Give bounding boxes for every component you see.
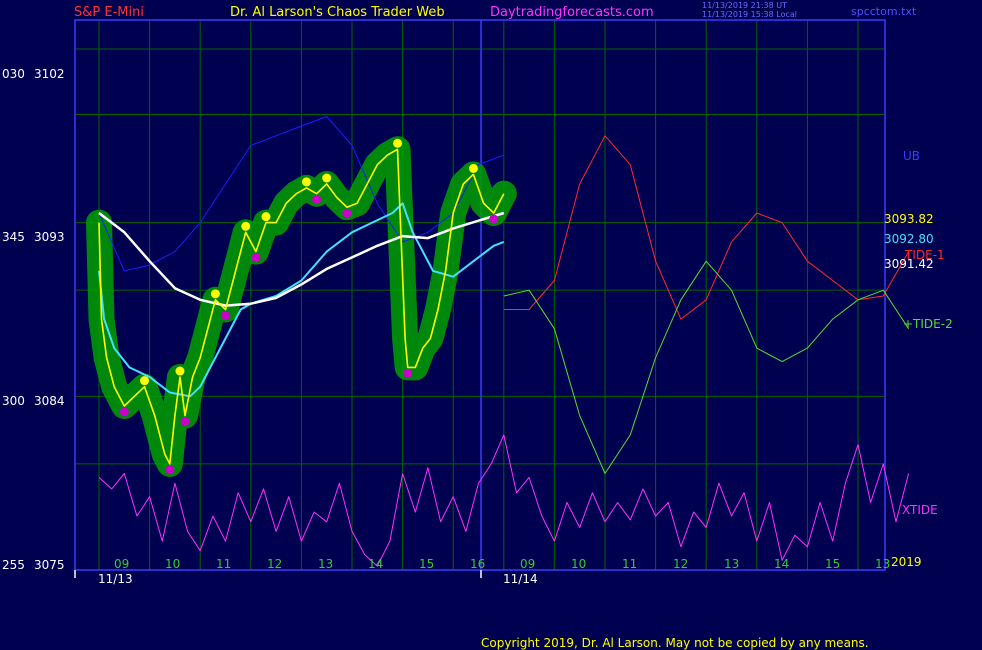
y-tick-sec: 255: [2, 558, 25, 572]
data-file-label: spcctom.txt: [851, 5, 917, 18]
symbol-label: S&P E-Mini: [74, 5, 144, 20]
x-hour-label: 12: [673, 557, 689, 571]
x-hour-label: 15: [419, 557, 435, 571]
swing-high-dot: [393, 138, 403, 148]
swing-low-dot: [119, 407, 129, 417]
x-hour-label: 10: [165, 557, 181, 571]
x-hour-label: 10: [571, 557, 587, 571]
swing-high-dot: [210, 289, 220, 299]
copyright-notice: Copyright 2019, Dr. Al Larson. May not b…: [481, 636, 869, 650]
x-date-label: 11/13: [98, 572, 133, 586]
swing-high-dot: [175, 366, 185, 376]
swing-high-dot: [301, 177, 311, 187]
y-tick-price: 3075: [34, 558, 65, 572]
y-tick-sec: 030: [2, 67, 25, 81]
x-date-label: 11/14: [503, 572, 538, 586]
year-label: 2019: [891, 555, 922, 569]
x-hour-label: 14: [774, 557, 790, 571]
chart-title: Dr. Al Larson's Chaos Trader Web: [230, 5, 445, 20]
swing-high-dot: [261, 212, 271, 222]
x-hour-label: 09: [114, 557, 130, 571]
fast-ma-readout: 3092.80: [884, 232, 934, 246]
slow-ma-readout: 3091.42: [884, 257, 934, 271]
swing-high-dot: [140, 376, 150, 386]
swing-low-dot: [489, 214, 499, 224]
x-hour-label: 15: [825, 557, 841, 571]
x-hour-label: 16: [470, 557, 486, 571]
x-hour-label: 13: [318, 557, 334, 571]
y-tick-price: 3093: [34, 230, 65, 244]
swing-low-dot: [403, 368, 413, 378]
y-tick-price: 3084: [34, 394, 65, 408]
swing-high-dot: [322, 173, 332, 183]
price-readout: 3093.82: [884, 212, 934, 226]
swing-low-dot: [221, 310, 230, 320]
xtide-label: XTIDE: [902, 503, 938, 517]
y-tick-price: 3102: [34, 67, 65, 81]
plot-border: [74, 19, 886, 571]
x-hour-label: 12: [267, 557, 283, 571]
swing-low-dot: [251, 253, 261, 263]
y-tick-sec: 300: [2, 394, 25, 408]
site-link[interactable]: Daytradingforecasts.com: [490, 5, 654, 20]
chart-grid: [75, 20, 885, 571]
swing-low-dot: [180, 417, 190, 427]
tide2-label: +TIDE-2: [903, 317, 953, 331]
swing-low-dot: [312, 195, 322, 205]
y-tick-sec: 345: [2, 230, 25, 244]
timestamp-utc: 11/13/2019 21:38 UT: [702, 1, 787, 10]
x-hour-label: 11: [622, 557, 638, 571]
swing-high-dot: [468, 163, 478, 173]
swing-low-dot: [342, 208, 352, 218]
timestamp-local: 11/13/2019 15:38 Local: [702, 10, 797, 19]
x-hour-label: 13: [875, 557, 891, 571]
x-hour-label: 11: [216, 557, 232, 571]
ub-label: UB: [903, 149, 921, 163]
x-hour-label: 14: [368, 557, 384, 571]
x-axis-ticks: [74, 570, 482, 578]
x-hour-label: 09: [520, 557, 536, 571]
chart-canvas: [74, 19, 910, 578]
swing-high-dot: [241, 221, 251, 231]
chart-frame: [74, 19, 886, 571]
swing-low-dot: [165, 465, 175, 475]
x-hour-label: 13: [724, 557, 740, 571]
